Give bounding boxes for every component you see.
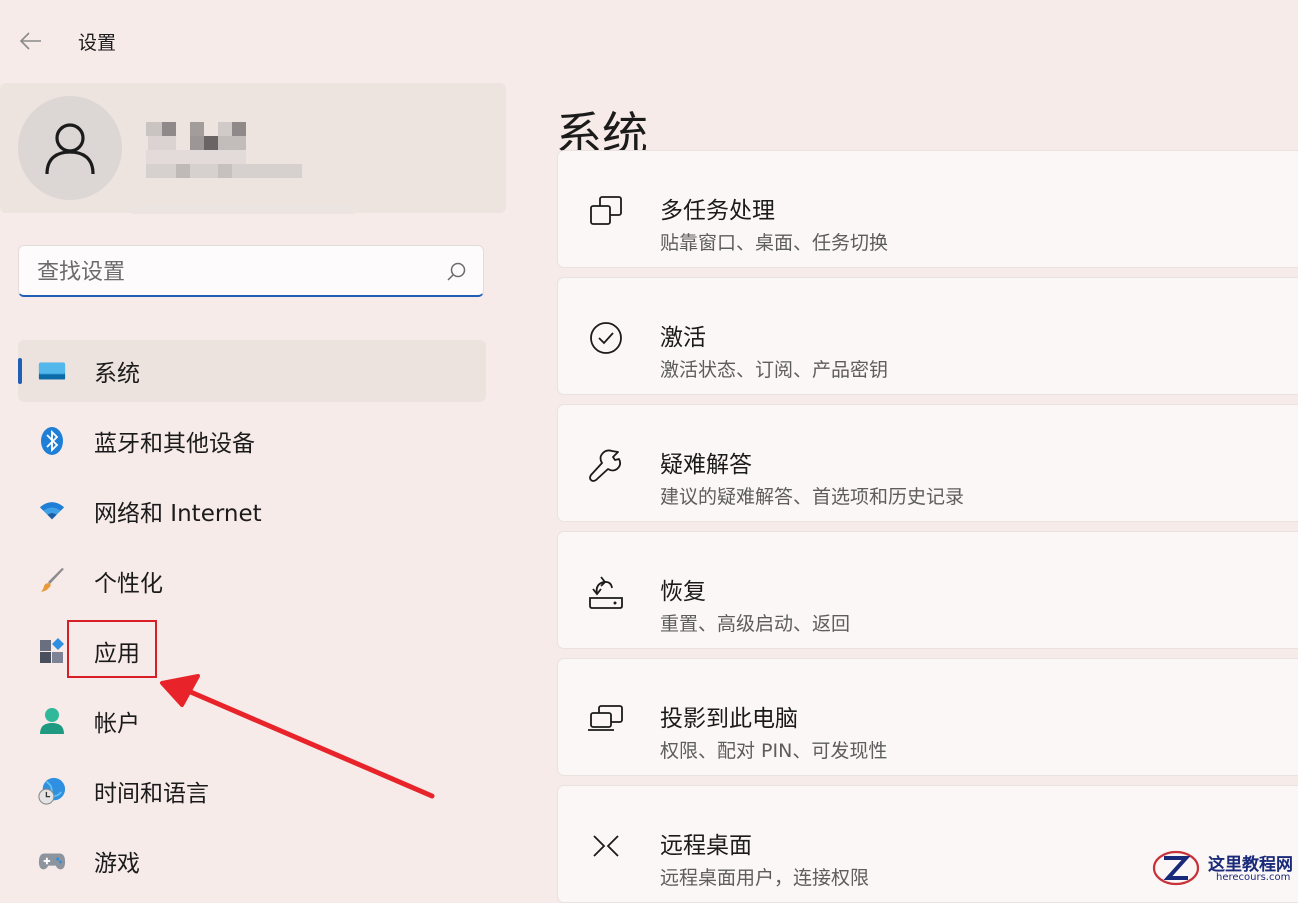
multitasking-icon	[586, 191, 626, 231]
sidebar-item-label: 时间和语言	[94, 781, 209, 807]
card-subtitle: 远程桌面用户，连接权限	[660, 867, 870, 889]
check-circle-icon	[586, 318, 626, 358]
card-title: 远程桌面	[660, 833, 752, 859]
back-arrow-icon	[19, 32, 41, 50]
card-subtitle: 建议的疑难解答、首选项和历史记录	[660, 486, 965, 508]
sidebar-item-network[interactable]: 网络和 Internet	[18, 480, 486, 542]
annotation-highlight-box	[67, 620, 157, 678]
sidebar-item-accounts[interactable]: 帐户	[18, 690, 486, 752]
gamepad-icon	[38, 847, 66, 875]
sidebar-item-system[interactable]: 系统	[18, 340, 486, 402]
sidebar-item-label: 蓝牙和其他设备	[94, 431, 255, 457]
apps-icon	[38, 637, 66, 665]
card-subtitle: 重置、高级启动、返回	[660, 613, 851, 635]
sidebar-item-label: 游戏	[94, 851, 140, 877]
wrench-icon	[586, 445, 626, 485]
card-title: 多任务处理	[660, 198, 775, 224]
sidebar-item-bluetooth[interactable]: 蓝牙和其他设备	[18, 410, 486, 472]
time-language-icon	[38, 777, 66, 805]
card-title: 恢复	[660, 579, 706, 605]
wifi-icon	[38, 497, 66, 525]
sidebar-item-label: 个性化	[94, 571, 163, 597]
back-button[interactable]	[14, 26, 48, 56]
window-title: 设置	[78, 32, 117, 54]
avatar	[18, 96, 122, 200]
sidebar-item-time-language[interactable]: 时间和语言	[18, 760, 486, 822]
bluetooth-icon	[38, 427, 66, 455]
search-icon[interactable]	[445, 260, 469, 284]
settings-card-troubleshoot[interactable]: 疑难解答 建议的疑难解答、首选项和历史记录	[557, 404, 1298, 522]
sidebar-item-label: 帐户	[94, 711, 140, 737]
selection-indicator	[18, 358, 22, 384]
recovery-icon	[586, 572, 626, 612]
sidebar-item-personalization[interactable]: 个性化	[18, 550, 486, 612]
card-subtitle: 激活状态、订阅、产品密钥	[660, 359, 889, 381]
system-display-icon	[38, 357, 66, 385]
search-input[interactable]	[35, 254, 439, 290]
project-pc-icon	[586, 699, 626, 739]
remote-desktop-icon	[586, 826, 626, 866]
settings-card-activation[interactable]: 激活 激活状态、订阅、产品密钥	[557, 277, 1298, 395]
paintbrush-icon	[38, 567, 66, 595]
person-icon	[45, 123, 95, 175]
card-title: 激活	[660, 325, 706, 351]
card-subtitle: 权限、配对 PIN、可发现性	[660, 740, 888, 762]
blurred-account-info	[132, 118, 354, 218]
account-icon	[38, 707, 66, 735]
card-title: 投影到此电脑	[660, 706, 798, 732]
sidebar-item-gaming[interactable]: 游戏	[18, 830, 486, 892]
settings-card-multitasking[interactable]: 多任务处理 贴靠窗口、桌面、任务切换	[557, 150, 1298, 268]
sidebar-item-label: 系统	[94, 361, 140, 387]
card-title: 疑难解答	[660, 452, 752, 478]
sidebar-item-label: 网络和 Internet	[94, 501, 262, 527]
search-box[interactable]	[18, 245, 484, 297]
settings-card-recovery[interactable]: 恢复 重置、高级启动、返回	[557, 531, 1298, 649]
card-subtitle: 贴靠窗口、桌面、任务切换	[660, 232, 889, 254]
settings-card-project-to-pc[interactable]: 投影到此电脑 权限、配对 PIN、可发现性	[557, 658, 1298, 776]
watermark-url: herecours.com	[1216, 872, 1291, 883]
